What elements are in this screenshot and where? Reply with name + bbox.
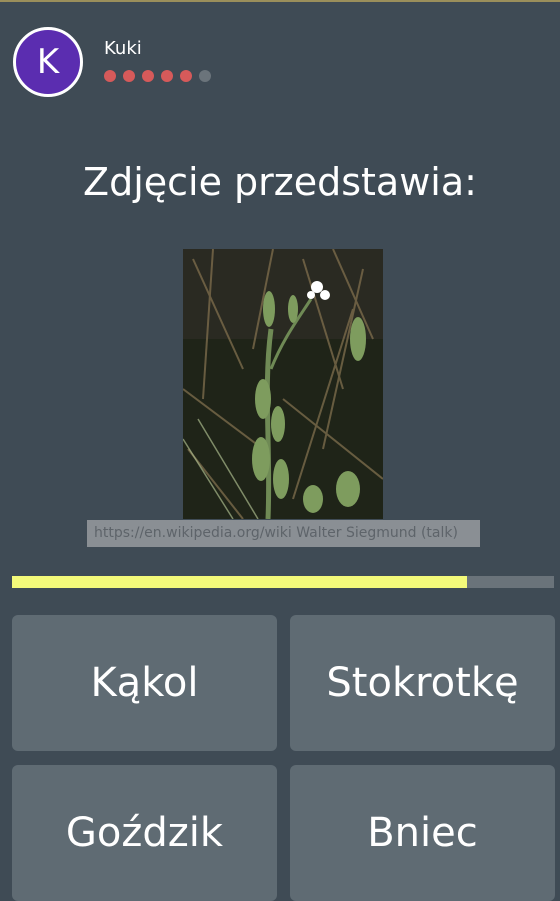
avatar[interactable]: K — [13, 27, 83, 97]
question-text: Zdjęcie przedstawia: — [83, 160, 477, 204]
timer-progress-bar — [12, 576, 554, 588]
avatar-initial: K — [36, 42, 60, 82]
life-dot — [123, 70, 135, 82]
answer-button-2[interactable]: Stokrotkę — [290, 615, 555, 751]
answer-button-4[interactable]: Bniec — [290, 765, 555, 901]
progress-fill — [12, 576, 468, 588]
top-border — [0, 0, 560, 2]
answer-label: Goździk — [65, 810, 224, 856]
life-dot — [180, 70, 192, 82]
image-credit[interactable]: https://en.wikipedia.org/wiki Walter Sie… — [87, 520, 480, 547]
answer-button-1[interactable]: Kąkol — [12, 615, 277, 751]
plant-photo — [183, 249, 383, 519]
life-dot — [104, 70, 116, 82]
username: Kuki — [104, 38, 142, 59]
answer-label: Kąkol — [90, 660, 199, 706]
life-dot — [199, 70, 211, 82]
question-image — [183, 249, 383, 519]
answer-button-3[interactable]: Goździk — [12, 765, 277, 901]
answer-label: Bniec — [367, 810, 478, 856]
life-dot — [142, 70, 154, 82]
life-dot — [161, 70, 173, 82]
answer-label: Stokrotkę — [326, 660, 519, 706]
lives-indicator — [104, 70, 211, 82]
